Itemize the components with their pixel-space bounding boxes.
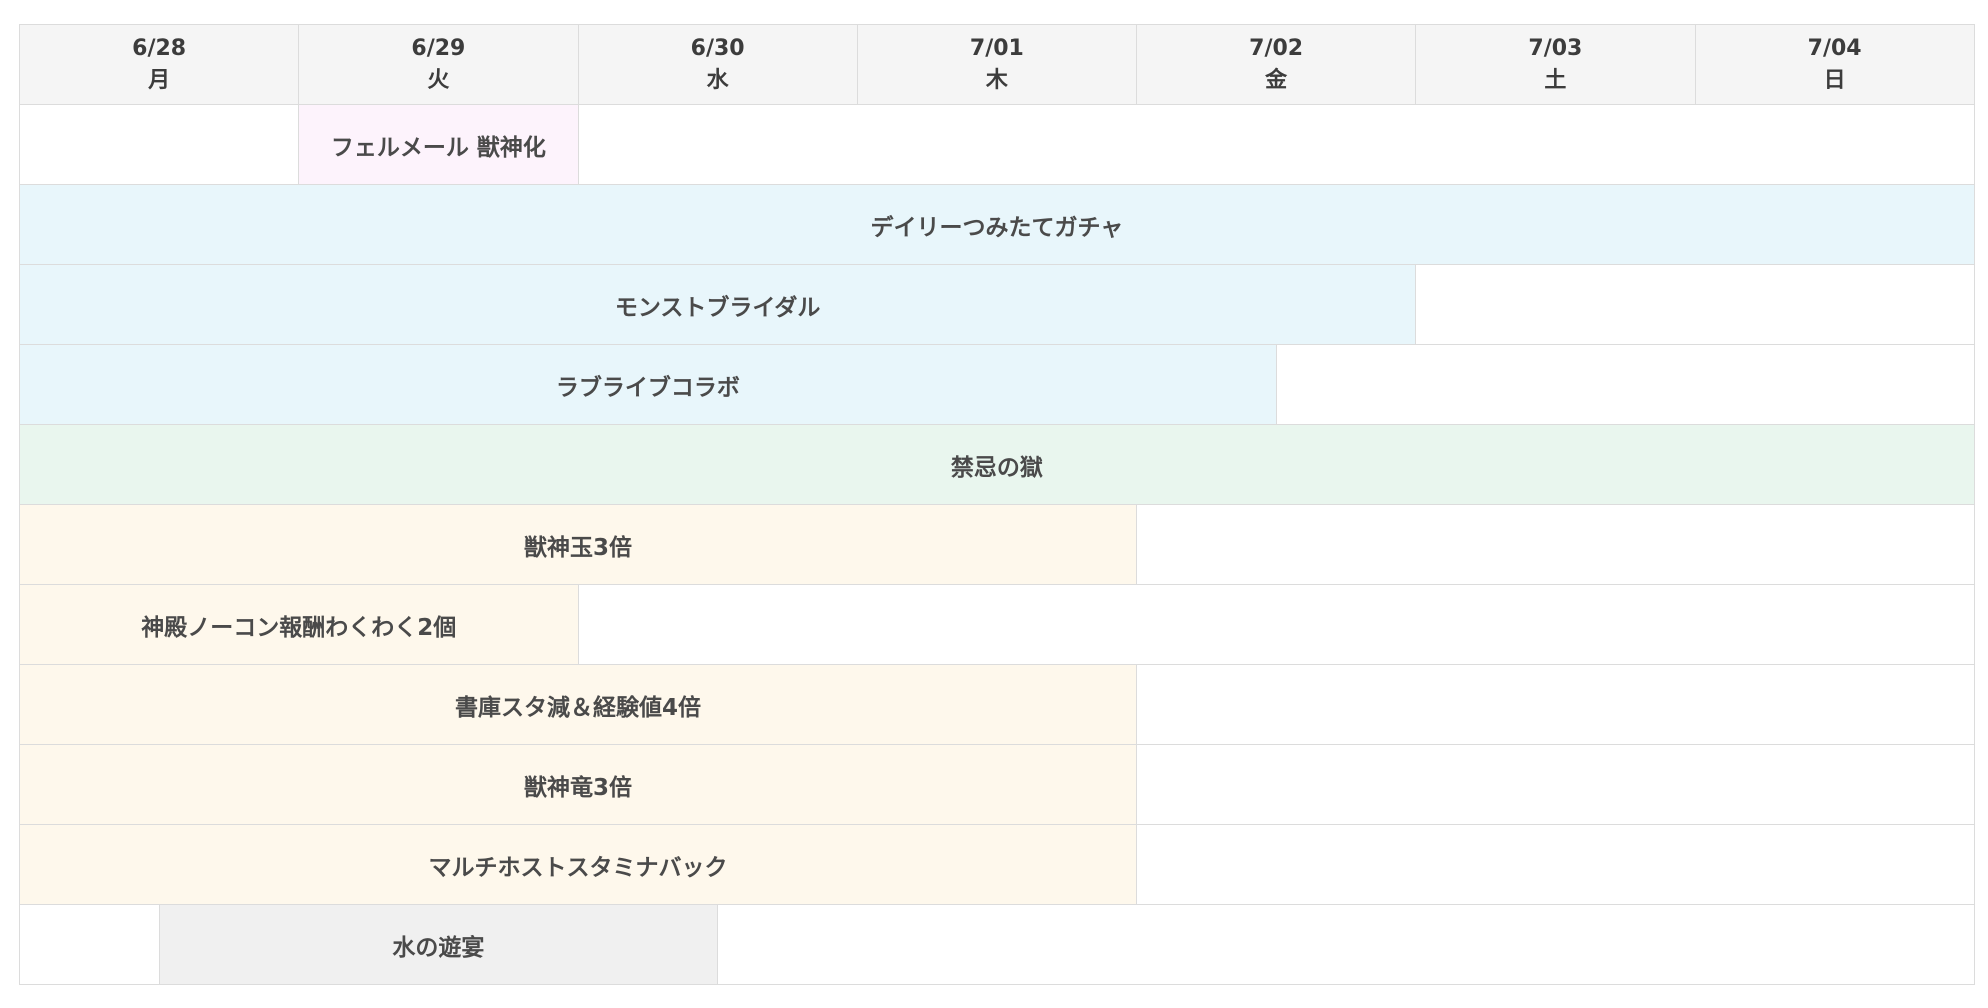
event-rows: フェルメール 獣神化 デイリーつみたてガチャ モンストブライダル ラブライブコラボ 禁忌…	[18, 104, 1975, 985]
empty-cell	[717, 904, 1975, 985]
day-header: 7/02 金	[1135, 24, 1417, 105]
empty-cell	[577, 584, 1975, 665]
day-weekday: 金	[1265, 67, 1288, 93]
empty-cell	[577, 104, 1975, 185]
day-date: 6/30	[690, 35, 745, 61]
date-header-row: 6/28 月 6/29 火 6/30 水 7/01 木 7/02 金 7/03 土 7/04 日	[18, 24, 1975, 105]
empty-cell	[18, 104, 300, 185]
day-date: 7/03	[1528, 35, 1583, 61]
event-bar[interactable]: モンストブライダル	[18, 264, 1417, 345]
event-row: 神殿ノーコン報酬わくわく2個	[19, 584, 1975, 665]
day-weekday: 水	[706, 67, 729, 93]
empty-cell	[1415, 264, 1975, 345]
day-header: 7/03 土	[1415, 24, 1696, 105]
event-row: 獣神玉3倍	[19, 504, 1975, 585]
event-row: デイリーつみたてガチャ	[19, 184, 1975, 265]
event-schedule-table: 6/28 月 6/29 火 6/30 水 7/01 木 7/02 金 7/03 土 7/04 日 フェルメ…	[18, 24, 1975, 985]
event-row: マルチホストスタミナバック	[19, 824, 1975, 905]
day-header: 6/29 火	[298, 24, 579, 105]
day-date: 7/04	[1807, 35, 1862, 61]
event-row: 獣神竜3倍	[19, 744, 1975, 825]
day-date: 7/02	[1249, 35, 1304, 61]
day-weekday: 木	[985, 67, 1008, 93]
empty-cell	[1136, 744, 1975, 825]
event-row: 水の遊宴	[19, 904, 1975, 985]
event-bar[interactable]: マルチホストスタミナバック	[19, 824, 1137, 905]
event-bar[interactable]: 書庫スタ減＆経験値4倍	[19, 664, 1137, 745]
day-header: 7/04 日	[1694, 24, 1975, 105]
day-weekday: 日	[1823, 67, 1846, 93]
empty-cell	[19, 904, 160, 985]
empty-cell	[1136, 824, 1975, 905]
day-weekday: 火	[427, 67, 450, 93]
day-date: 6/28	[132, 35, 187, 61]
event-bar[interactable]: 水の遊宴	[158, 904, 719, 985]
event-row: ラブライブコラボ	[19, 344, 1975, 425]
event-bar[interactable]: 禁忌の獄	[19, 424, 1975, 505]
event-bar[interactable]: デイリーつみたてガチャ	[19, 184, 1975, 265]
day-header: 6/28 月	[18, 24, 300, 105]
day-header: 6/30 水	[577, 24, 858, 105]
event-bar[interactable]: ラブライブコラボ	[19, 344, 1277, 425]
day-header: 7/01 木	[856, 24, 1138, 105]
event-bar[interactable]: 獣神竜3倍	[19, 744, 1137, 825]
day-weekday: 月	[148, 67, 171, 93]
event-row: フェルメール 獣神化	[18, 104, 1975, 185]
day-weekday: 土	[1544, 67, 1567, 93]
event-bar[interactable]: 神殿ノーコン報酬わくわく2個	[19, 584, 579, 665]
day-date: 6/29	[411, 35, 466, 61]
event-row: モンストブライダル	[18, 264, 1975, 345]
day-date: 7/01	[969, 35, 1024, 61]
empty-cell	[1136, 664, 1975, 745]
event-row: 書庫スタ減＆経験値4倍	[19, 664, 1975, 745]
event-row: 禁忌の獄	[19, 424, 1975, 505]
empty-cell	[1275, 344, 1975, 425]
empty-cell	[1136, 504, 1975, 585]
event-bar[interactable]: フェルメール 獣神化	[298, 104, 579, 185]
event-bar[interactable]: 獣神玉3倍	[19, 504, 1137, 585]
